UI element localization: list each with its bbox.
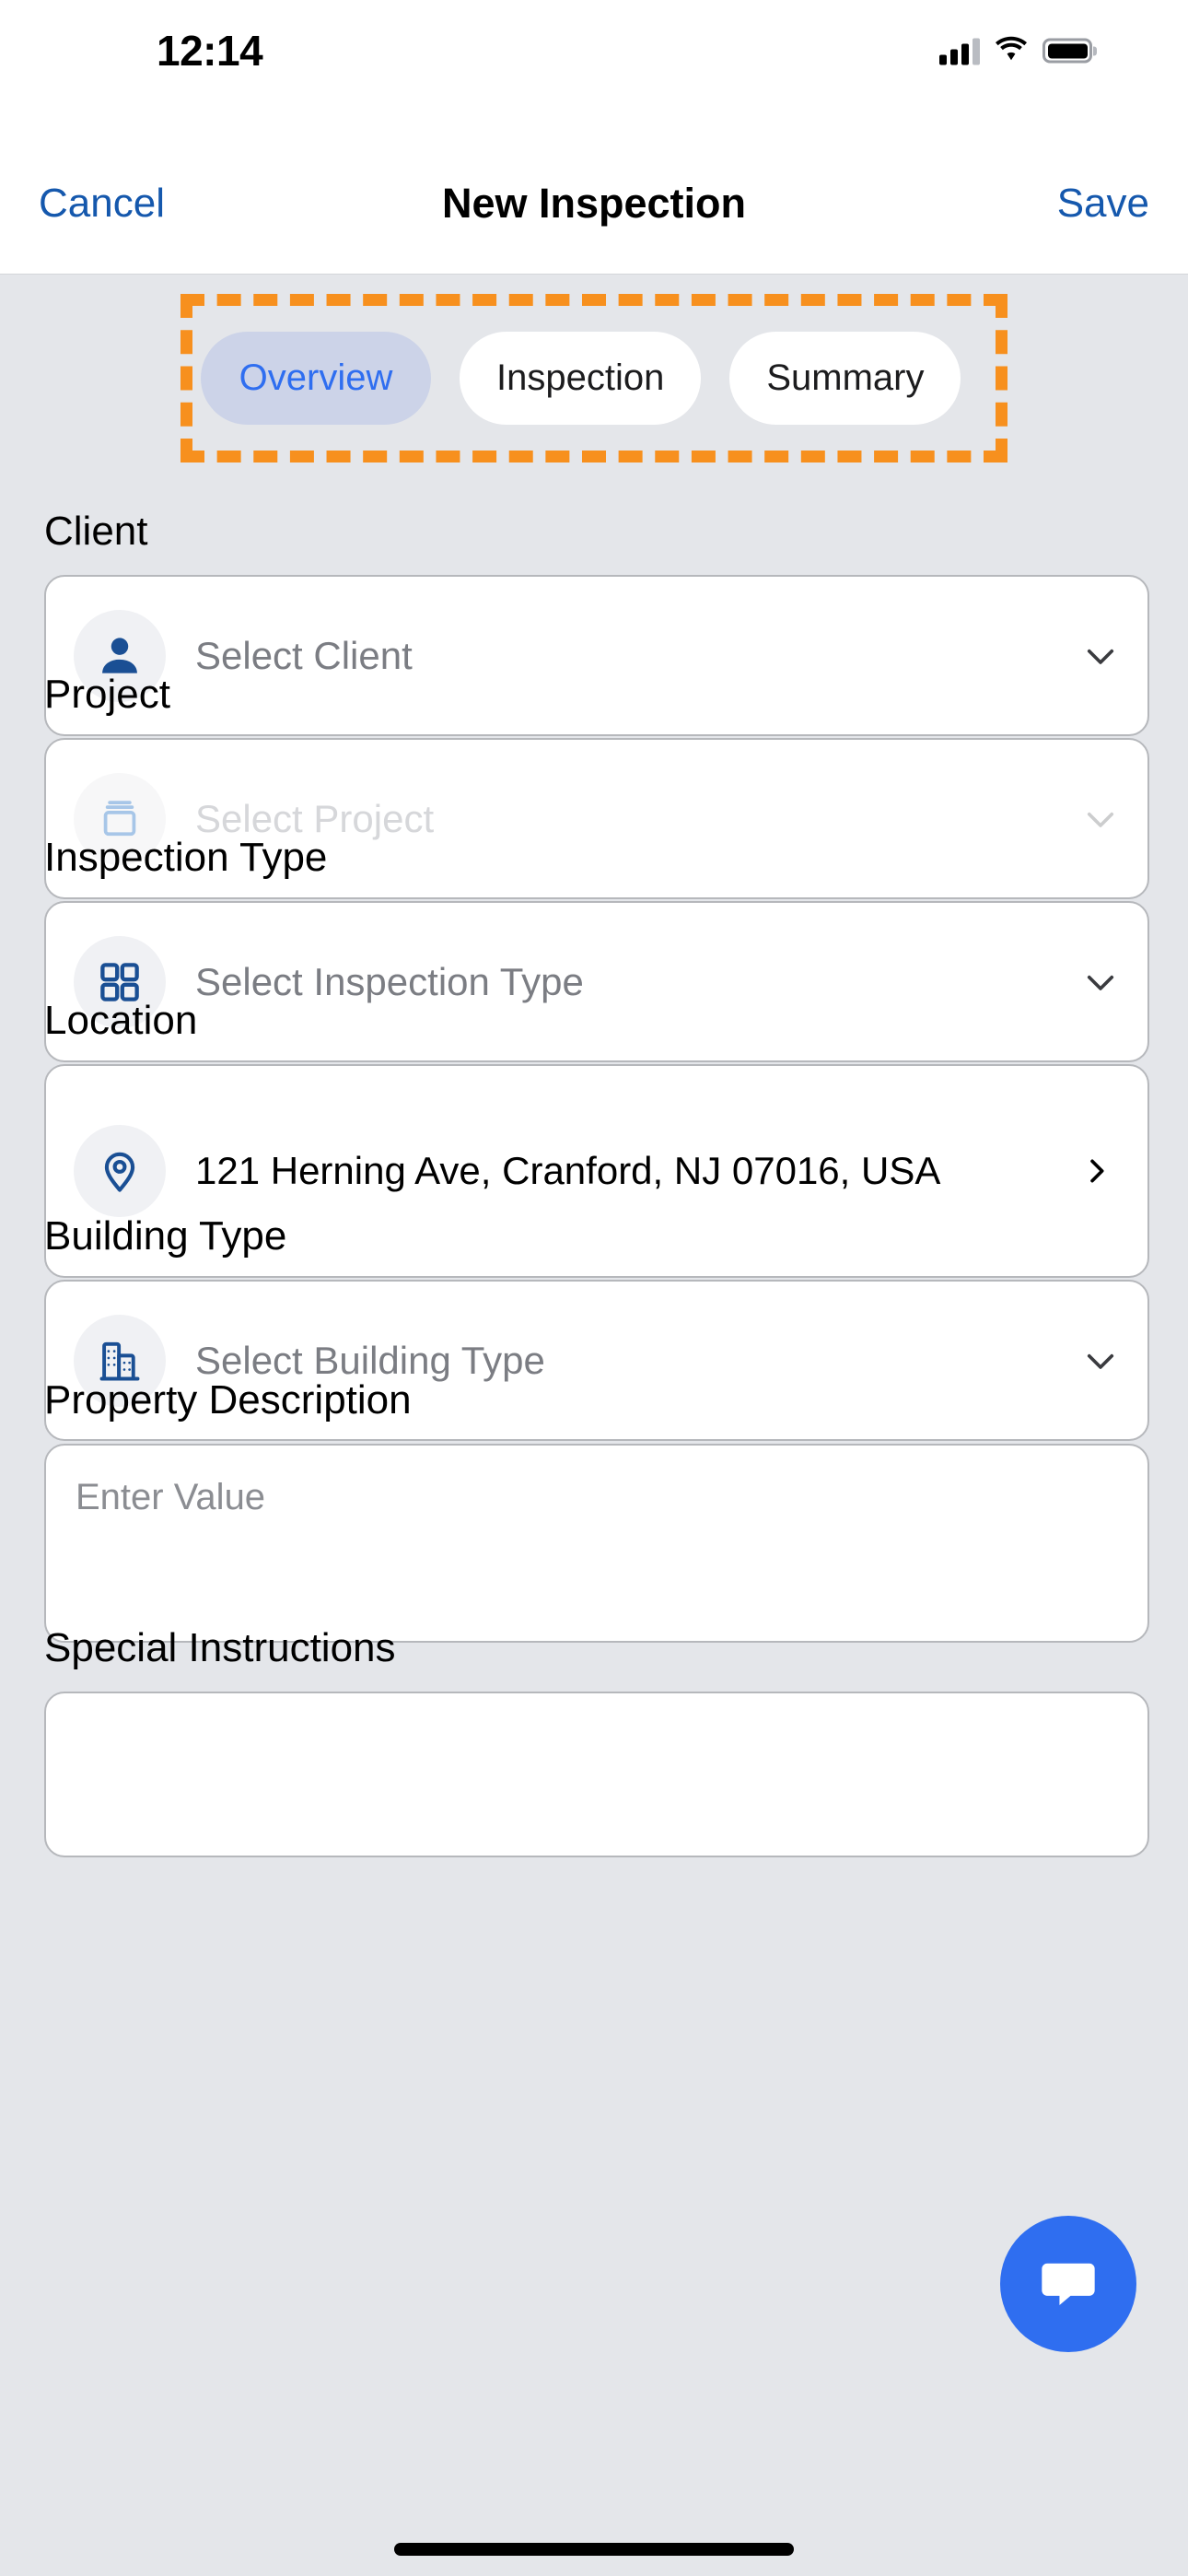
tab-inspection[interactable]: Inspection xyxy=(460,332,702,425)
chevron-down-icon xyxy=(1081,800,1120,838)
field-group-property-description: Property Description Enter Value xyxy=(44,1377,1149,1643)
chevron-down-icon xyxy=(1081,963,1120,1001)
building-type-label: Building Type xyxy=(44,1213,287,1259)
chevron-down-icon xyxy=(1081,637,1120,675)
client-label: Client xyxy=(44,509,148,554)
cancel-button[interactable]: Cancel xyxy=(33,175,170,232)
tab-summary[interactable]: Summary xyxy=(729,332,961,425)
property-description-placeholder: Enter Value xyxy=(76,1477,266,1517)
cellular-signal-icon xyxy=(939,37,980,64)
phone-screen: 12:14 Cancel New Inspection Save Overvie… xyxy=(0,0,1188,2576)
building-type-placeholder: Select Building Type xyxy=(195,1338,545,1382)
form-scroll-area[interactable]: Overview Inspection Summary Client Selec… xyxy=(0,275,1188,2576)
status-icons xyxy=(939,36,1092,66)
chat-bubble-icon xyxy=(1034,2249,1102,2320)
page-title: New Inspection xyxy=(441,180,747,228)
save-button[interactable]: Save xyxy=(1052,175,1155,232)
chat-fab-button[interactable] xyxy=(1000,2216,1136,2352)
property-description-input[interactable]: Enter Value xyxy=(44,1444,1149,1643)
special-instructions-label: Special Instructions xyxy=(44,1625,396,1670)
tab-overview[interactable]: Overview xyxy=(201,332,431,425)
location-label: Location xyxy=(44,998,198,1043)
status-bar: 12:14 xyxy=(0,0,1188,100)
property-description-label: Property Description xyxy=(44,1377,412,1423)
chevron-right-icon xyxy=(1081,1149,1112,1193)
status-time: 12:14 xyxy=(157,27,263,75)
map-pin-icon xyxy=(74,1125,166,1217)
tab-bar: Overview Inspection Summary xyxy=(201,332,961,425)
location-value: 121 Herning Ave, Cranford, NJ 07016, USA xyxy=(195,1149,941,1193)
wifi-icon xyxy=(995,36,1028,66)
home-indicator xyxy=(394,2543,794,2556)
chevron-down-icon xyxy=(1081,1341,1120,1380)
project-label: Project xyxy=(44,672,170,717)
navigation-bar: Cancel New Inspection Save xyxy=(0,100,1188,275)
inspection-type-label: Inspection Type xyxy=(44,835,328,880)
battery-icon xyxy=(1042,38,1092,64)
field-group-special-instructions: Special Instructions xyxy=(44,1625,1149,1857)
special-instructions-input[interactable] xyxy=(44,1692,1149,1857)
